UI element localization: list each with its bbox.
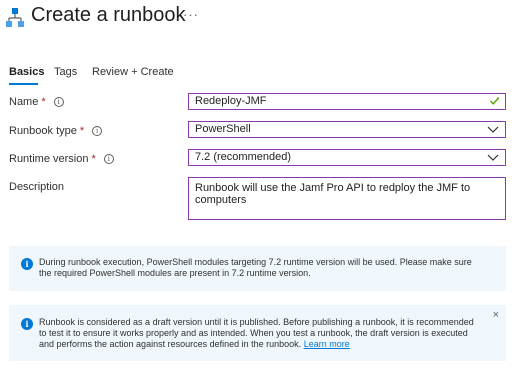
required-mark: * — [41, 96, 46, 108]
name-label-text: Name — [9, 96, 39, 108]
learn-more-link[interactable]: Learn more — [304, 339, 350, 349]
runbook-type-label: Runbook type * i — [9, 125, 103, 137]
runbook-type-label-text: Runbook type — [9, 125, 77, 137]
description-label: Description — [9, 181, 65, 193]
name-input-value: Redeploy-JMF — [195, 95, 267, 107]
required-mark: * — [91, 153, 96, 165]
info-icon[interactable]: i — [103, 154, 114, 165]
runtime-version-value: 7.2 (recommended) — [195, 151, 291, 163]
runbook-logo-icon — [6, 8, 24, 27]
runtime-info-banner: i During runbook execution, PowerShell m… — [9, 246, 506, 291]
runtime-version-select[interactable]: 7.2 (recommended) — [188, 149, 506, 166]
chevron-down-icon — [487, 126, 499, 133]
info-icon: i — [21, 318, 33, 330]
page-header: Create a runbook ··· — [0, 0, 517, 40]
draft-info-banner: i Runbook is considered as a draft versi… — [9, 305, 506, 361]
info-icon: i — [21, 258, 33, 270]
runtime-version-label-text: Runtime version — [9, 153, 89, 165]
draft-info-text: Runbook is considered as a draft version… — [39, 317, 482, 350]
info-icon[interactable]: i — [92, 126, 103, 137]
check-icon — [490, 97, 500, 105]
description-textarea[interactable]: Runbook will use the Jamf Pro API to red… — [188, 177, 506, 220]
name-input[interactable]: Redeploy-JMF — [188, 93, 506, 110]
required-mark: * — [79, 125, 85, 137]
name-label: Name * i — [9, 96, 64, 108]
tab-review-create[interactable]: Review + Create — [92, 66, 174, 78]
active-tab-indicator — [9, 83, 38, 85]
draft-info-body: Runbook is considered as a draft version… — [39, 317, 474, 349]
runtime-info-text: During runbook execution, PowerShell mod… — [39, 257, 472, 278]
runbook-type-select[interactable]: PowerShell — [188, 121, 506, 138]
tab-tags[interactable]: Tags — [54, 66, 77, 78]
runbook-type-value: PowerShell — [195, 123, 251, 135]
close-icon[interactable]: × — [493, 310, 499, 321]
page-title: Create a runbook — [31, 4, 186, 26]
tab-basics[interactable]: Basics — [9, 66, 44, 78]
runtime-version-label: Runtime version * i — [9, 153, 114, 165]
chevron-down-icon — [487, 154, 499, 161]
more-options-button[interactable]: ··· — [183, 7, 199, 22]
info-icon[interactable]: i — [53, 97, 64, 108]
